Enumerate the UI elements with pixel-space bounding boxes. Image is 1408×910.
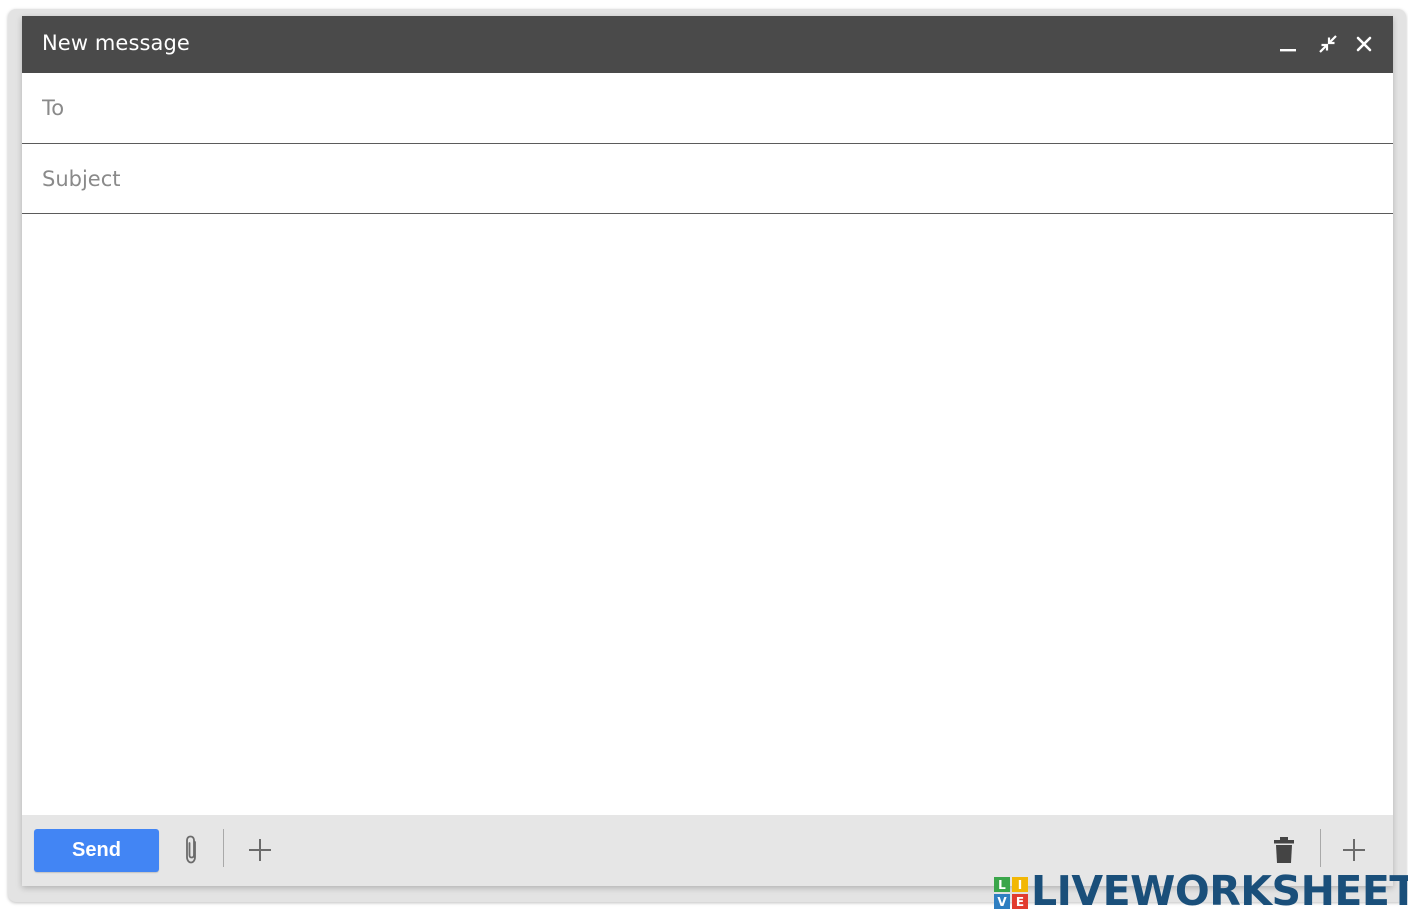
to-field[interactable] [42, 73, 1372, 143]
toolbar-divider [1320, 829, 1321, 867]
to-field-row [22, 73, 1393, 144]
message-body[interactable] [22, 215, 1393, 815]
compose-window: New message Send [22, 16, 1393, 886]
send-button[interactable]: Send [34, 829, 159, 872]
subject-field-row [22, 144, 1393, 214]
plus-icon[interactable] [244, 832, 276, 868]
expand-icon[interactable] [1314, 30, 1342, 58]
close-icon[interactable] [1350, 30, 1378, 58]
minimize-icon[interactable] [1274, 30, 1302, 58]
title-bar: New message [22, 16, 1393, 73]
toolbar-divider [223, 829, 224, 867]
plus-icon[interactable] [1338, 832, 1370, 868]
window-title: New message [42, 31, 190, 55]
paperclip-icon[interactable] [176, 832, 208, 868]
svg-text:L: L [998, 878, 1006, 892]
trash-icon[interactable] [1268, 832, 1300, 868]
watermark-text: LIVEWORKSHEETS [1031, 872, 1408, 910]
liveworksheets-logo-icon: L I V E [994, 877, 1028, 909]
svg-text:V: V [997, 895, 1007, 909]
liveworksheets-watermark: L I V E LIVEWORKSHEETS [993, 872, 1408, 910]
svg-text:I: I [1018, 878, 1022, 892]
subject-field[interactable] [42, 144, 1372, 213]
svg-text:E: E [1016, 895, 1024, 909]
